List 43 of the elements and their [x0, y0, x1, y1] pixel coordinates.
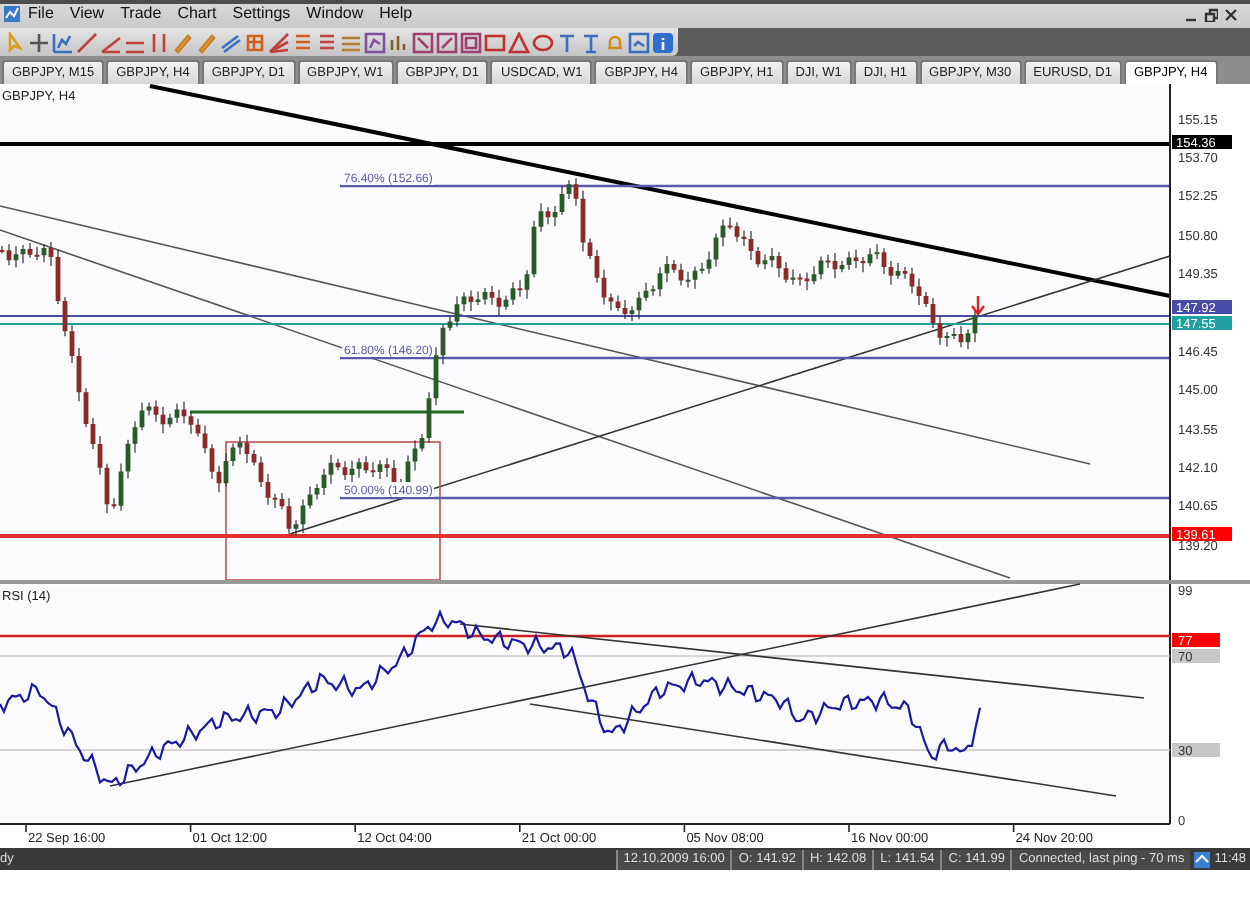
crosshair-icon[interactable]: [28, 31, 50, 53]
tick-mark: [519, 823, 521, 833]
triangle-icon[interactable]: [508, 31, 530, 53]
network-icon: [1194, 851, 1211, 867]
chart-box-icon[interactable]: [364, 31, 386, 53]
menu-item[interactable]: Chart: [169, 4, 225, 24]
menu-item[interactable]: View: [61, 4, 113, 24]
fan-icon[interactable]: [268, 31, 290, 53]
chart-box-icon[interactable]: [436, 31, 458, 53]
chart-box-icon[interactable]: [628, 31, 650, 53]
vertical-line-icon[interactable]: [148, 31, 170, 53]
line-tool-icon[interactable]: [76, 31, 98, 53]
tick-mark: [683, 823, 686, 833]
tick-mark: [1012, 823, 1015, 833]
text-tool-icon[interactable]: [556, 31, 578, 53]
menu-item[interactable]: Help: [371, 4, 421, 24]
lines-icon[interactable]: [292, 31, 314, 53]
bell-icon[interactable]: [604, 31, 626, 53]
pencil-icon[interactable]: [172, 31, 194, 53]
lines-icon[interactable]: [316, 31, 338, 53]
chart-icon[interactable]: [52, 31, 74, 53]
menu-item[interactable]: Window: [298, 4, 372, 24]
menu-item[interactable]: Settings: [224, 4, 299, 24]
levels-icon[interactable]: [340, 31, 362, 53]
bars-icon[interactable]: [388, 31, 410, 53]
menu-item[interactable]: File: [20, 4, 62, 24]
chart-box-icon[interactable]: [412, 31, 434, 53]
tick-mark: [189, 823, 192, 833]
restore-icon[interactable]: [1204, 7, 1218, 21]
menu-item[interactable]: Trade: [112, 4, 170, 24]
rectangle-icon[interactable]: [484, 31, 506, 53]
tick-mark: [25, 823, 27, 833]
tick-mark: [848, 823, 850, 833]
label-tool-icon[interactable]: [580, 31, 602, 53]
chart-box-icon[interactable]: [460, 31, 482, 53]
close-icon[interactable]: [1224, 7, 1238, 21]
pencil-icon[interactable]: [196, 31, 218, 53]
app-icon: [4, 6, 20, 22]
line-tool-icon[interactable]: [100, 31, 122, 53]
grid-icon[interactable]: [244, 31, 266, 53]
tick-mark: [354, 823, 356, 833]
info-icon[interactable]: [652, 31, 674, 53]
down-arrow-icon: [970, 294, 986, 316]
